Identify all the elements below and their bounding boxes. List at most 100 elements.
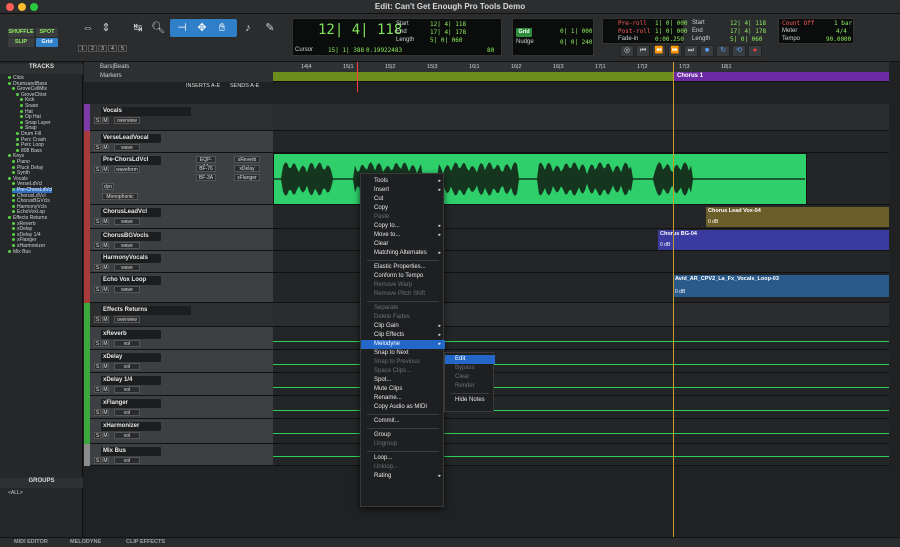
track-view-selector[interactable]: vol [114,432,140,439]
track-lane[interactable] [273,131,889,153]
grid-toggle[interactable]: Grid [516,28,532,37]
track-header[interactable]: Pre-ChorsLdVclSMwaveform EQP-1ABF-76 BF-3A… [84,153,273,205]
solo-button[interactable]: S [94,409,101,416]
visibility-dot-icon[interactable] [8,249,11,253]
solo-button[interactable]: S [94,386,101,393]
mute-button[interactable]: M [102,166,109,173]
mute-button[interactable]: M [102,409,109,416]
visibility-dot-icon[interactable] [12,221,15,225]
preroll-label[interactable]: Pre-roll [618,20,647,27]
send-slot[interactable]: xReverb [234,156,260,163]
mute-button[interactable]: M [102,242,109,249]
menu-item[interactable]: Cut [361,195,445,204]
visibility-dot-icon[interactable] [20,115,23,119]
solo-button[interactable]: S [94,363,101,370]
visibility-dot-icon[interactable] [12,227,15,231]
visibility-dot-icon[interactable] [16,132,19,135]
visibility-dot-icon[interactable] [12,160,15,163]
zoom-toggle-icon[interactable]: ⇔ [80,21,96,35]
preroll-value[interactable]: 1| 0| 000 [655,20,688,27]
meter-value[interactable]: 4/4 [836,28,847,35]
count-off-label[interactable]: Count Off [782,20,815,27]
transport-length-value[interactable]: 5| 0| 060 [730,36,763,43]
menu-item[interactable]: Matching Alternates ▸ [361,249,445,258]
transport-start-value[interactable]: 12| 4| 118 [730,20,766,27]
track-header[interactable]: ChorusBGVocls S Mwave [84,229,273,251]
insert-slot[interactable]: BF-76 [196,165,216,172]
solo-button[interactable]: S [94,218,101,225]
loop-play-icon[interactable]: ↻ [716,45,730,57]
visibility-dot-icon[interactable] [12,204,15,208]
end-value[interactable]: 17| 4| 178 [430,29,466,36]
menu-item[interactable]: Copy [361,204,445,213]
zoom-preset-4[interactable]: 4 [108,45,117,52]
mute-button[interactable]: M [102,432,109,439]
track-name[interactable]: xDelay 1/4 [101,376,161,385]
track-header[interactable]: xHarmonizer S Mvol [84,419,273,444]
menu-item[interactable]: Clip Gain ▸ [361,322,445,331]
scrubber-tool-icon[interactable]: ♪ [240,21,256,35]
tempo-value[interactable]: 90.0000 [826,36,851,43]
visibility-dot-icon[interactable] [12,87,15,91]
menu-item[interactable]: Mute Clips [361,385,445,394]
track-name[interactable]: VerseLeadVocal [101,134,161,143]
track-name[interactable]: xReverb [101,330,161,339]
menu-item[interactable]: Copy Audio as MIDI [361,403,445,412]
track-view-selector[interactable]: overview [114,117,140,124]
menu-item[interactable]: Loop... [361,454,445,463]
mute-button[interactable]: M [102,316,109,323]
track-view-selector[interactable]: overview [114,316,140,323]
visibility-dot-icon[interactable] [12,199,15,203]
track-view-selector[interactable]: vol [114,409,140,416]
menu-item[interactable]: Commit... [361,417,445,426]
fast-forward-icon[interactable]: ⏩ [668,45,682,57]
visibility-dot-icon[interactable] [12,171,15,175]
visibility-dot-icon[interactable] [12,238,15,242]
menu-item[interactable]: Clip Effects ▸ [361,331,445,340]
chorus-marker-region[interactable] [673,72,889,81]
nudge-value[interactable]: 0| 0| 240 [560,39,593,46]
track-header[interactable]: Mix Bus S Mvol [84,444,273,466]
insert-slot[interactable]: BF-3A [196,174,216,181]
track-header[interactable]: Effects Returns S Moverview [84,303,273,327]
postroll-label[interactable]: Post-roll [618,28,651,35]
mute-button[interactable]: M [102,457,109,464]
monophonic-selector[interactable]: Monophonic [102,193,138,200]
track-lane[interactable] [273,104,889,131]
insert-slot[interactable]: EQP-1A [196,156,216,170]
mute-button[interactable]: M [102,340,109,347]
visibility-dot-icon[interactable] [16,143,19,147]
visibility-dot-icon[interactable] [20,98,23,102]
return-to-zero-icon[interactable]: ⏮ [636,45,650,57]
zoom-vertical-icon[interactable]: ⇕ [98,21,114,35]
track-view-selector[interactable]: vol [114,457,140,464]
main-counter[interactable]: 12| 4| 118 [318,22,402,38]
mute-button[interactable]: M [102,144,109,151]
send-slot[interactable]: xDelay [234,165,260,172]
menu-item[interactable]: Clear [361,240,445,249]
menu-item[interactable]: Melodyne ▸ [361,340,445,349]
spot-mode-button[interactable]: SPOT [36,28,58,37]
solo-button[interactable]: S [94,166,101,173]
visibility-dot-icon[interactable] [16,148,19,152]
visibility-dot-icon[interactable] [12,182,15,186]
groups-all-item[interactable]: <ALL> [8,490,23,496]
track-name[interactable]: xDelay [101,353,161,362]
grabber-tool-icon[interactable]: ✋︎ [214,21,230,35]
transport-end-value[interactable]: 17| 4| 178 [730,28,766,35]
track-header[interactable]: Echo Vox Loop S Mwave [84,273,273,303]
visibility-dot-icon[interactable] [8,176,11,180]
mute-button[interactable]: M [102,117,109,124]
solo-button[interactable]: S [94,144,101,151]
magnifier-icon[interactable]: 🔍︎ [150,21,166,35]
solo-button[interactable]: S [94,432,101,439]
chorus-lead-clip[interactable]: Chorus Lead Vox-04 [706,207,889,227]
zoom-preset-3[interactable]: 3 [98,45,107,52]
track-name[interactable]: ChorusBGVocls [101,232,161,241]
menu-item[interactable]: Elastic Properties... [361,263,445,272]
track-header[interactable]: VerseLeadVocal S Mwave [84,131,273,153]
visibility-dot-icon[interactable] [12,165,15,169]
visibility-dot-icon[interactable] [16,137,19,141]
track-view-selector[interactable]: vol [114,340,140,347]
trim-tool-icon[interactable]: ⊣ [174,21,190,35]
